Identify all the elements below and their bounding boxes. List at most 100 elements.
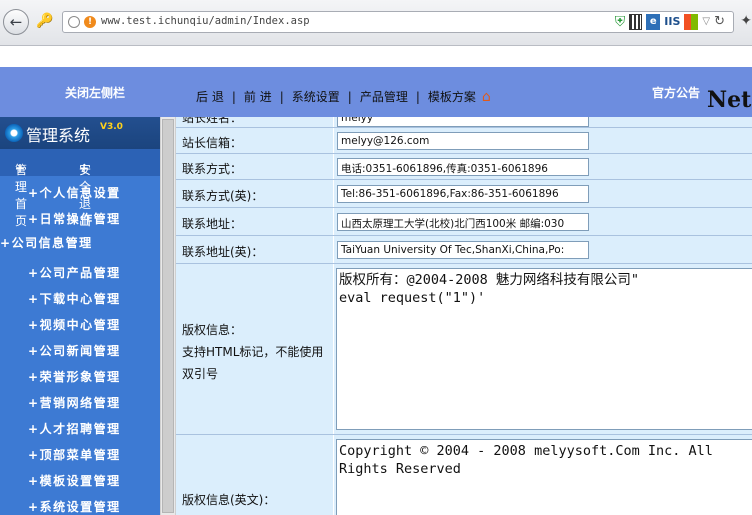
logo-version: V3.0 xyxy=(100,122,123,132)
sidebar-item-products[interactable]: +公司产品管理 xyxy=(28,264,121,281)
banner-text: Net xyxy=(707,87,752,113)
form-label: 站长信箱： xyxy=(176,128,333,153)
sidebar-item-label: 人才招聘管理 xyxy=(39,422,121,436)
form-row-admin-name: 站长姓名： melyy xyxy=(176,117,752,127)
nav-separator: | xyxy=(415,89,420,104)
sidebar-item-label: 公司新闻管理 xyxy=(39,344,121,358)
plus-icon: + xyxy=(0,236,12,250)
form-row-contact: 联系方式： 电话:0351-6061896,传真:0351-6061896 xyxy=(176,154,752,179)
nav-separator: | xyxy=(231,89,236,104)
browser-toolbar: ← 🔑 ! www.test.ichunqiu/admin/Index.asp … xyxy=(0,0,752,46)
sidebar-item-label: 系统设置管理 xyxy=(39,500,121,514)
admin-header: 关闭左侧栏 后 退 | 前 进 | 系统设置 | 产品管理 | 模板方案 ⌂ 官… xyxy=(0,67,752,117)
url-text[interactable]: www.test.ichunqiu/admin/Index.asp xyxy=(101,15,310,27)
sidebar-item-templates[interactable]: +模板设置管理 xyxy=(28,472,121,489)
contact-field[interactable]: 电话:0351-6061896,传真:0351-6061896 xyxy=(337,158,589,176)
nav-separator: | xyxy=(279,89,284,104)
sidebar-item-label: 下载中心管理 xyxy=(39,292,121,306)
sidebar-item-downloads[interactable]: +下载中心管理 xyxy=(28,290,121,307)
dropdown-arrow-icon[interactable]: ▽ xyxy=(702,14,710,30)
sidebar-item-label: 荣誉形象管理 xyxy=(39,370,121,384)
sidebar: 管理系统 V3.0 + 管理首页 + 安全退出 +个人信息设置 +日常操作管理 +公… xyxy=(0,117,160,515)
nav-product-management-link[interactable]: 产品管理 xyxy=(360,88,408,105)
form-row-email: 站长信箱： melyy@126.com xyxy=(176,128,752,153)
sidebar-item-recruitment[interactable]: +人才招聘管理 xyxy=(28,420,121,437)
sidebar-item-system-settings[interactable]: +系统设置管理 xyxy=(28,498,121,515)
globe-icon xyxy=(68,16,80,28)
sidebar-item-videos[interactable]: +视频中心管理 xyxy=(28,316,121,333)
sidebar-item-honors[interactable]: +荣誉形象管理 xyxy=(28,368,121,385)
nav-separator: | xyxy=(347,89,352,104)
address-en-field[interactable]: TaiYuan University Of Tec,ShanXi,China,P… xyxy=(337,241,589,259)
sidebar-scrollbar[interactable] xyxy=(160,117,176,515)
ie-icon[interactable]: e xyxy=(646,14,661,30)
close-sidebar-link[interactable]: 关闭左侧栏 xyxy=(65,84,125,101)
sidebar-item-daily-operations[interactable]: +日常操作管理 xyxy=(28,210,121,227)
announcement-link[interactable]: 官方公告 xyxy=(652,84,700,101)
settings-form: 站长姓名： melyy 站长信箱： melyy@126.com 联系方式： 电话… xyxy=(176,117,752,515)
sidebar-item-personal-info[interactable]: +个人信息设置 xyxy=(28,184,121,201)
iis-icon[interactable]: IIS xyxy=(664,14,680,30)
plus-icon: + xyxy=(28,186,40,200)
sidebar-item-top-menu[interactable]: +顶部菜单管理 xyxy=(28,446,121,463)
sidebar-item-label: 日常操作管理 xyxy=(39,212,121,226)
nav-system-settings-link[interactable]: 系统设置 xyxy=(292,88,340,105)
top-nav: 后 退 | 前 进 | 系统设置 | 产品管理 | 模板方案 ⌂ xyxy=(196,88,491,105)
form-label: 站长姓名： xyxy=(176,117,333,127)
house-icon[interactable]: ⌂ xyxy=(482,89,491,105)
plus-icon: + xyxy=(28,396,40,410)
pin-icon[interactable]: ✦ xyxy=(740,13,752,29)
qr-code-icon[interactable] xyxy=(629,14,643,30)
nav-back-link[interactable]: 后 退 xyxy=(196,88,224,105)
plus-icon: + xyxy=(28,370,40,384)
nav-forward-link[interactable]: 前 进 xyxy=(244,88,272,105)
copyright-note: 支持HTML标记，不能使用双引号 xyxy=(182,345,324,381)
form-label: 联系方式： xyxy=(176,154,333,179)
contact-en-field[interactable]: Tel:86-351-6061896,Fax:86-351-6061896 xyxy=(337,185,589,203)
plus-icon: + xyxy=(28,292,40,306)
form-row-address-en: 联系地址(英)： TaiYuan University Of Tec,ShanX… xyxy=(176,236,752,263)
address-field[interactable]: 山西太原理工大学(北校)北门西100米 邮编:030 xyxy=(337,213,589,231)
form-row-copyright-en: 版权信息(英文)： Copyright © 2004 - 2008 melyys… xyxy=(176,435,752,515)
sidebar-item-label: 公司信息管理 xyxy=(11,236,93,250)
top-band xyxy=(0,47,752,67)
windows-icon[interactable] xyxy=(684,14,699,30)
shield-icon[interactable]: ⛨ xyxy=(615,14,626,30)
quick-links: + 管理首页 + 安全退出 xyxy=(0,149,160,228)
reload-icon[interactable]: ↻ xyxy=(714,14,725,30)
sidebar-item-sales-network[interactable]: +营销网络管理 xyxy=(28,394,121,411)
sidebar-item-label: 个人信息设置 xyxy=(39,186,121,200)
form-row-address: 联系地址： 山西太原理工大学(北校)北门西100米 邮编:030 xyxy=(176,208,752,235)
logo-title: 管理系统 xyxy=(26,126,91,145)
admin-name-field[interactable]: melyy xyxy=(337,117,589,127)
warning-icon[interactable]: ! xyxy=(84,16,96,28)
plus-icon: + xyxy=(28,212,40,226)
copyright-en-textarea[interactable]: Copyright © 2004 - 2008 melyysoft.Com In… xyxy=(336,439,752,515)
sidebar-item-label: 视频中心管理 xyxy=(39,318,121,332)
copyright-textarea[interactable]: 版权所有：@2004-2008 魅力网络科技有限公司" eval request… xyxy=(336,268,752,430)
sidebar-item-label: 模板设置管理 xyxy=(39,474,121,488)
plus-icon: + xyxy=(28,266,40,280)
sidebar-item-news[interactable]: +公司新闻管理 xyxy=(28,342,121,359)
plus-icon: + xyxy=(28,422,40,436)
back-button[interactable]: ← xyxy=(3,9,29,35)
copyright-label: 版权信息： xyxy=(182,323,243,337)
form-label: 联系地址(英)： xyxy=(176,236,333,263)
plus-icon: + xyxy=(28,448,40,462)
sidebar-item-company-info[interactable]: +公司信息管理 xyxy=(0,234,93,251)
gear-logo-icon xyxy=(5,124,23,142)
key-icon[interactable]: 🔑 xyxy=(36,13,53,29)
plus-icon: + xyxy=(28,344,40,358)
form-label: 版权信息(英文)： xyxy=(176,435,333,515)
arrow-left-icon: ← xyxy=(9,13,23,31)
logo-bar: 管理系统 V3.0 xyxy=(0,117,160,149)
plus-icon: + xyxy=(28,474,40,488)
form-label: 联系地址： xyxy=(176,208,333,235)
nav-template-scheme-link[interactable]: 模板方案 xyxy=(428,88,476,105)
address-bar[interactable]: ! www.test.ichunqiu/admin/Index.asp ⛨ e … xyxy=(62,11,734,33)
email-field[interactable]: melyy@126.com xyxy=(337,132,589,150)
plus-icon: + xyxy=(28,318,40,332)
scrollbar-thumb[interactable] xyxy=(162,119,174,513)
form-label: 联系方式(英)： xyxy=(176,180,333,207)
sidebar-item-label: 顶部菜单管理 xyxy=(39,448,121,462)
